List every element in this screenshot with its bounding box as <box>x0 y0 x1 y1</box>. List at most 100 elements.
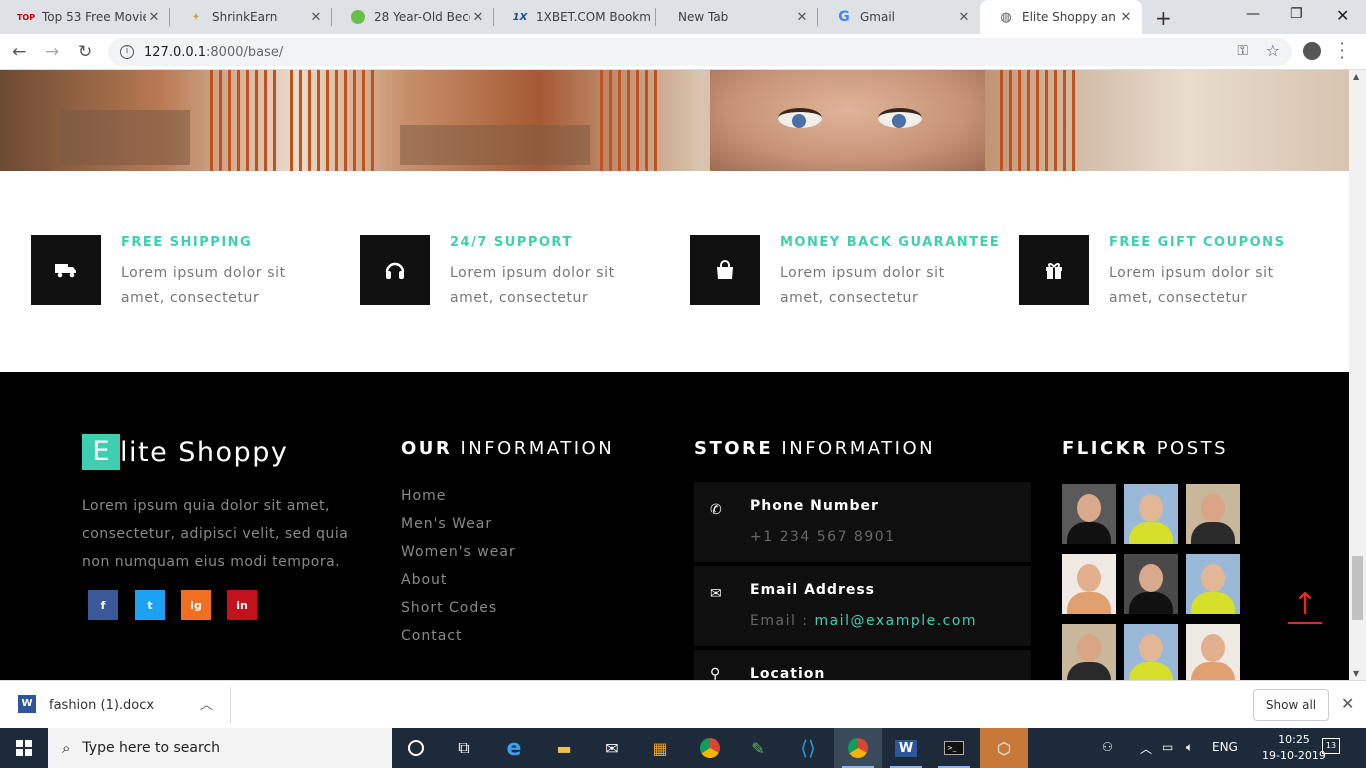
tab-close-icon[interactable]: ✕ <box>794 10 810 25</box>
footer-link-mens-wear[interactable]: Men's Wear <box>401 516 492 532</box>
chrome-active-icon[interactable] <box>834 728 882 768</box>
feature-money-back: MONEY BACK GUARANTEE Lorem ipsum dolor s… <box>690 235 1010 315</box>
store-icon[interactable]: ▦ <box>636 728 684 768</box>
bookmark-star-icon[interactable]: ☆ <box>1266 41 1280 60</box>
site-info-icon[interactable]: i <box>120 45 134 59</box>
thumb-face <box>1201 564 1225 592</box>
scroll-down-arrow-icon[interactable]: ▼ <box>1353 669 1359 678</box>
twitter-icon[interactable]: t <box>135 590 165 620</box>
edge-browser-icon[interactable]: e <box>490 728 538 768</box>
terminal-icon[interactable]: >_ <box>930 728 978 768</box>
page-viewport: FREE SHIPPING Lorem ipsum dolor sit amet… <box>0 70 1349 680</box>
vscode-icon[interactable]: ⟨⟩ <box>784 728 832 768</box>
browser-tab[interactable]: G Gmail ✕ <box>818 0 980 34</box>
show-all-button[interactable]: Show all <box>1253 689 1329 721</box>
scroll-up-arrow-icon[interactable]: ▲ <box>1353 72 1359 81</box>
show-hidden-icons-chevron-icon[interactable]: ︿ <box>1140 740 1152 757</box>
volume-icon[interactable]: 🔈︎ <box>1186 740 1193 755</box>
mail-icon[interactable]: ✉ <box>588 728 636 768</box>
store-location-card: ⚲ Location <box>694 650 1031 680</box>
close-download-bar-icon[interactable]: ✕ <box>1341 694 1354 713</box>
flickr-thumb[interactable] <box>1124 624 1178 680</box>
page-scrollbar[interactable]: ▲ ▼ <box>1349 70 1366 680</box>
restore-button[interactable]: ❐ <box>1290 6 1303 22</box>
flickr-thumb[interactable] <box>1186 554 1240 614</box>
flickr-thumb[interactable] <box>1186 484 1240 544</box>
footer-logo[interactable]: E lite Shoppy <box>82 434 288 470</box>
footer-link-womens-wear[interactable]: Women's wear <box>401 544 516 560</box>
instagram-icon[interactable]: ig <box>181 590 211 620</box>
url-text[interactable]: 127.0.0.1:8000/base/ <box>144 45 283 60</box>
account-avatar-icon[interactable] <box>1303 42 1321 60</box>
facebook-icon[interactable]: f <box>88 590 118 620</box>
tab-label: Top 53 Free Movie <box>42 10 146 24</box>
taskbar-search-box[interactable]: ⌕ Type here to search <box>48 728 392 768</box>
cortana-circle-icon[interactable] <box>392 728 440 768</box>
word-doc-icon: W <box>18 695 36 713</box>
scroll-to-top-arrow-icon[interactable]: ↑ <box>1288 590 1322 624</box>
language-indicator[interactable]: ENG <box>1212 740 1238 754</box>
file-explorer-icon[interactable]: ▬ <box>540 728 588 768</box>
flickr-thumb[interactable] <box>1186 624 1240 680</box>
close-window-button[interactable]: ✕ <box>1336 6 1349 25</box>
linkedin-icon[interactable]: in <box>227 590 257 620</box>
chrome-icon[interactable] <box>686 728 734 768</box>
people-icon[interactable]: ⚇ <box>1102 740 1113 754</box>
task-view-icon[interactable]: ⧉ <box>440 728 488 768</box>
footer-link-home[interactable]: Home <box>401 488 446 504</box>
thumb-face <box>1201 634 1225 662</box>
feature-desc: Lorem ipsum dolor sit amet, consectetur <box>1109 265 1274 306</box>
phone-icon: ✆ <box>710 502 722 518</box>
browser-menu-icon[interactable]: · · · <box>1338 36 1346 66</box>
tab-label: Elite Shoppy an Ec <box>1022 10 1118 24</box>
browser-tab[interactable]: 28 Year-Old Becom ✕ <box>332 0 494 34</box>
clock-date: 19-10-2019 <box>1262 749 1326 762</box>
chevron-up-icon[interactable]: ︿ <box>200 694 213 713</box>
tab-close-icon[interactable]: ✕ <box>308 10 324 25</box>
flickr-thumb[interactable] <box>1124 484 1178 544</box>
store-banner-image <box>0 70 1349 171</box>
browser-tab[interactable]: 1X 1XBET.COM Bookm <box>494 0 656 34</box>
browser-tab[interactable]: ✦ ShrinkEarn ✕ <box>170 0 332 34</box>
flickr-thumb[interactable] <box>1062 554 1116 614</box>
notepad-icon[interactable]: ✎ <box>734 728 782 768</box>
flickr-thumb[interactable] <box>1124 554 1178 614</box>
footer-link-contact[interactable]: Contact <box>401 628 462 644</box>
tab-close-icon[interactable]: ✕ <box>956 10 972 25</box>
forward-arrow-icon[interactable]: → <box>45 42 59 62</box>
tab-close-icon[interactable]: ✕ <box>470 10 486 25</box>
browser-tab[interactable]: TOP Top 53 Free Movie ✕ <box>0 0 170 34</box>
download-filename[interactable]: fashion (1).docx <box>49 698 154 713</box>
virtualbox-icon[interactable]: ⬡ <box>980 728 1028 768</box>
reload-icon[interactable]: ↻ <box>78 42 92 62</box>
flickr-thumb[interactable] <box>1062 624 1116 680</box>
minimize-button[interactable]: — <box>1246 6 1260 22</box>
flickr-thumb[interactable] <box>1062 484 1116 544</box>
action-center-icon[interactable]: 13 <box>1322 738 1340 754</box>
tab-close-icon[interactable]: ✕ <box>1118 10 1134 25</box>
back-arrow-icon[interactable]: ← <box>12 42 26 62</box>
scrollbar-thumb[interactable] <box>1352 556 1363 620</box>
windows-start-icon[interactable] <box>0 728 48 768</box>
thumb-face <box>1077 634 1101 662</box>
tab-close-icon[interactable]: ✕ <box>146 10 162 25</box>
browser-tab-active[interactable]: ◍ Elite Shoppy an Ec ✕ <box>980 0 1142 34</box>
key-icon[interactable]: ⚿ <box>1237 43 1248 59</box>
browser-tab[interactable]: New Tab ✕ <box>656 0 818 34</box>
battery-icon[interactable]: ▭ <box>1162 740 1173 754</box>
url-bar[interactable]: i 127.0.0.1:8000/base/ ⚿ ☆ <box>108 38 1292 66</box>
our-information-heading: OUR INFORMATION <box>401 438 614 459</box>
tab-label: Gmail <box>860 10 896 24</box>
clock-time: 10:25 <box>1278 733 1310 746</box>
tab-label: 28 Year-Old Becom <box>374 10 470 24</box>
new-tab-button[interactable]: + <box>1155 6 1172 30</box>
gift-icon <box>1019 235 1089 305</box>
footer-link-about[interactable]: About <box>401 572 447 588</box>
google-favicon-icon: G <box>838 9 850 25</box>
thumb-face <box>1139 634 1163 662</box>
footer-link-short-codes[interactable]: Short Codes <box>401 600 497 616</box>
taskbar-clock[interactable]: 10:25 19-10-2019 <box>1262 732 1326 764</box>
search-placeholder: Type here to search <box>82 740 221 756</box>
word-icon[interactable]: W <box>882 728 930 768</box>
email-link[interactable]: mail@example.com <box>814 613 977 629</box>
